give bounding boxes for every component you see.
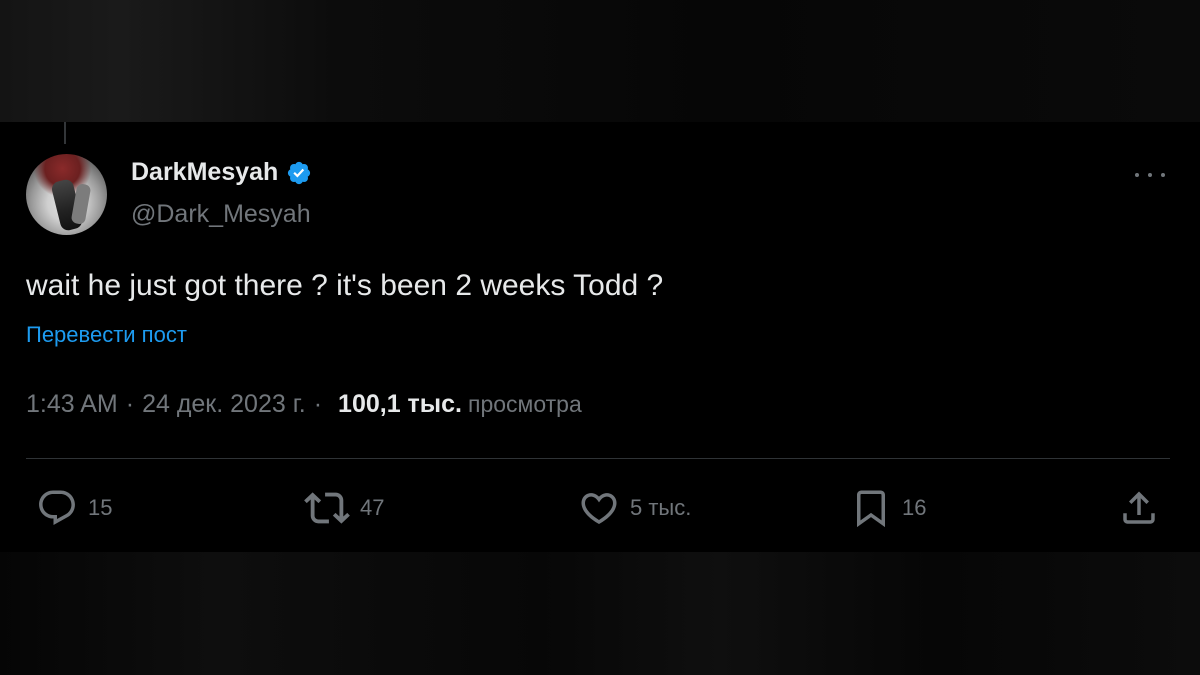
- share-icon: [1118, 487, 1160, 529]
- previous-post-backdrop: [0, 0, 1200, 122]
- author-display-name[interactable]: DarkMesyah: [131, 158, 278, 187]
- post-date[interactable]: 24 дек. 2023 г.: [142, 390, 306, 419]
- reply-count: 15: [88, 495, 113, 520]
- like-count: 5 тыс.: [630, 495, 692, 520]
- reply-icon: [36, 487, 78, 529]
- translate-post-link[interactable]: Перевести пост: [26, 322, 187, 348]
- post-metadata: 1:43 AM · 24 дек. 2023 г. · 100,1 тыс. п…: [26, 390, 582, 419]
- author-handle[interactable]: @Dark_Mesyah: [131, 200, 311, 229]
- verified-badge-icon[interactable]: [286, 160, 312, 186]
- author-name-row[interactable]: DarkMesyah: [131, 158, 312, 187]
- views-count[interactable]: 100,1 тыс.: [338, 390, 462, 419]
- action-bar: 15 47 5 тыс. 16: [0, 486, 1200, 530]
- thread-connector-line: [64, 122, 66, 144]
- post-text: wait he just got there ? it's been 2 wee…: [26, 269, 664, 302]
- like-button[interactable]: 5 тыс.: [578, 486, 691, 530]
- heart-icon: [578, 487, 620, 529]
- separator: ·: [125, 390, 135, 418]
- more-options-icon[interactable]: [1135, 164, 1165, 186]
- separator: ·: [313, 390, 323, 418]
- dot: [1161, 173, 1165, 177]
- views-label: просмотра: [468, 391, 582, 417]
- avatar[interactable]: [26, 154, 107, 235]
- bookmark-button[interactable]: 16: [850, 486, 926, 530]
- bookmark-count: 16: [902, 495, 927, 520]
- dot: [1148, 173, 1152, 177]
- repost-button[interactable]: 47: [304, 486, 384, 530]
- dot: [1135, 173, 1139, 177]
- reply-button[interactable]: 15: [36, 486, 112, 530]
- divider: [26, 458, 1170, 459]
- bookmark-icon: [850, 487, 892, 529]
- post-time[interactable]: 1:43 AM: [26, 390, 118, 419]
- repost-count: 47: [360, 495, 385, 520]
- share-button[interactable]: [1118, 486, 1160, 530]
- repost-icon: [304, 485, 350, 531]
- next-post-backdrop: [0, 552, 1200, 675]
